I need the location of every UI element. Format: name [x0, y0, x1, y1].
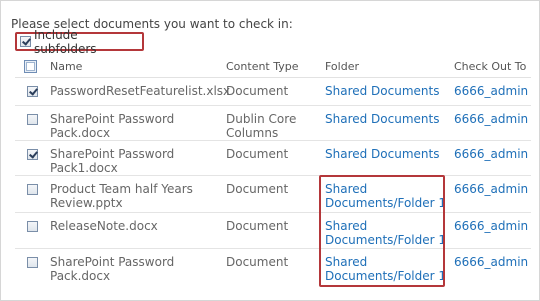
content-type: Document [226, 182, 289, 196]
folder-link[interactable]: Shared Documents/Folder 1 [325, 255, 450, 283]
include-subfolders-label: Include subfolders [34, 27, 97, 56]
content-type: Document [226, 219, 289, 233]
include-subfolders-option[interactable]: Include subfolders [15, 28, 144, 56]
table-row: ReleaseNote.docx Document Shared Documen… [15, 213, 531, 249]
checked-out-user-link[interactable]: 6666_admin [454, 219, 528, 233]
content-type: Document [226, 255, 289, 269]
row-checkbox[interactable] [27, 184, 38, 195]
table-row: SharePoint Password Pack.docx Dublin Cor… [15, 106, 531, 141]
document-name: SharePoint Password Pack.docx [50, 255, 175, 283]
row-checkbox[interactable] [27, 114, 38, 125]
row-checkbox[interactable] [27, 86, 38, 97]
column-header-name[interactable]: Name [50, 60, 82, 73]
column-header-check-out-to[interactable]: Check Out To [454, 60, 526, 73]
check-in-panel: Please select documents you want to chec… [0, 0, 540, 301]
checked-out-user-link[interactable]: 6666_admin [454, 182, 528, 196]
table-header: Name Content Type Folder Check Out To [15, 57, 531, 78]
table-row: Product Team half Years Review.pptx Docu… [15, 176, 531, 213]
document-name: SharePoint Password Pack1.docx [50, 147, 175, 175]
document-name: ReleaseNote.docx [50, 219, 158, 233]
row-checkbox[interactable] [27, 257, 38, 268]
content-type: Document [226, 84, 289, 98]
checked-out-user-link[interactable]: 6666_admin [454, 147, 528, 161]
column-header-folder[interactable]: Folder [325, 60, 359, 73]
checked-out-user-link[interactable]: 6666_admin [454, 255, 528, 269]
content-type: Dublin Core Columns [226, 112, 297, 140]
folder-link[interactable]: Shared Documents [325, 84, 450, 98]
table-row: SharePoint Password Pack.docx Document S… [15, 249, 531, 286]
row-checkbox[interactable] [27, 221, 38, 232]
column-header-content-type[interactable]: Content Type [226, 60, 299, 73]
checked-out-user-link[interactable]: 6666_admin [454, 84, 528, 98]
folder-link[interactable]: Shared Documents/Folder 1 [325, 182, 450, 210]
row-checkbox[interactable] [27, 149, 38, 160]
select-all-icon[interactable] [24, 60, 37, 73]
table-row: PasswordResetFeaturelist.xlsx Document S… [15, 78, 531, 106]
folder-link[interactable]: Shared Documents [325, 112, 450, 126]
include-subfolders-checkbox[interactable] [20, 36, 31, 47]
documents-table: Name Content Type Folder Check Out To Pa… [15, 57, 531, 286]
table-row: SharePoint Password Pack1.docx Document … [15, 141, 531, 176]
content-type: Document [226, 147, 289, 161]
document-name: SharePoint Password Pack.docx [50, 112, 175, 140]
folder-link[interactable]: Shared Documents/Folder 1 [325, 219, 450, 247]
folder-link[interactable]: Shared Documents [325, 147, 450, 161]
document-name: Product Team half Years Review.pptx [50, 182, 193, 210]
checked-out-user-link[interactable]: 6666_admin [454, 112, 528, 126]
document-name: PasswordResetFeaturelist.xlsx [50, 84, 231, 98]
